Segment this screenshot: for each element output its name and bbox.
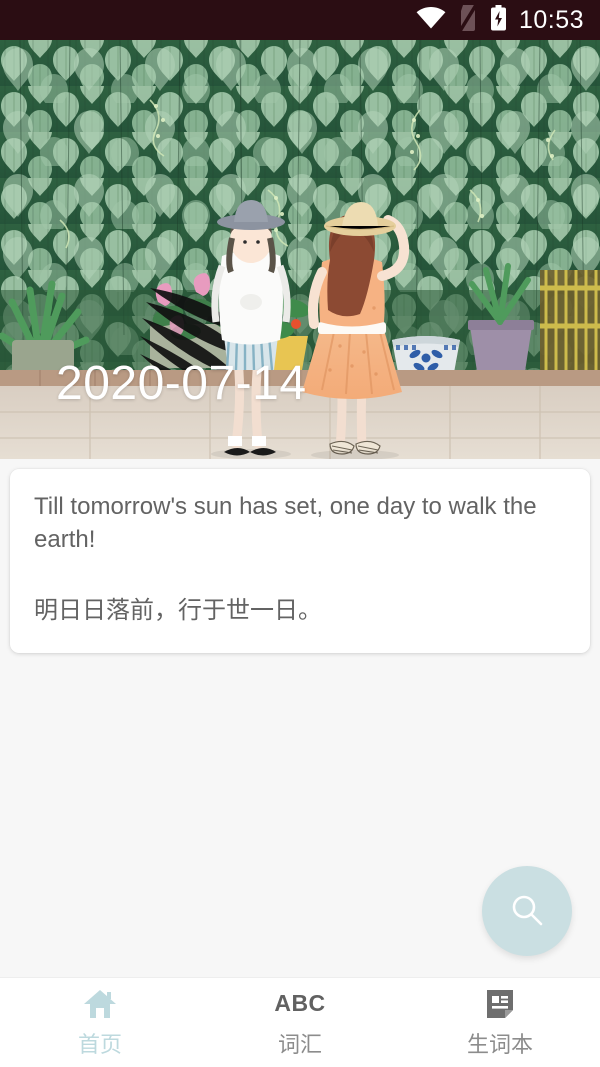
home-icon [83,987,117,1021]
battery-charging-icon [490,4,507,36]
quote-chinese-text: 明日日落前，行于世一日。 [34,596,322,625]
nav-label-home: 首页 [77,1032,122,1058]
search-fab-button[interactable] [482,866,572,956]
nav-item-wordbook[interactable]: 生词本 [400,978,600,1067]
nav-item-home[interactable]: 首页 [0,978,200,1067]
hero-illustration[interactable]: 2020-07-14 [0,40,600,459]
nav-item-vocabulary[interactable]: ABC 词汇 [200,978,400,1067]
note-book-icon [484,987,516,1021]
quote-english-text: Till tomorrow's sun has set, one day to … [34,493,537,553]
hero-date-label: 2020-07-14 [56,357,307,410]
search-icon [507,890,547,933]
status-bar-clock: 10:53 [518,5,584,34]
nav-label-vocabulary: 词汇 [277,1032,322,1058]
status-bar: 10:53 [0,0,600,40]
wifi-icon [416,6,446,34]
abc-icon: ABC [274,990,326,1016]
no-sim-icon [458,3,478,36]
app-screen: 10:53 2020-07-14 Till tomorrow's sun has… [0,0,600,1067]
nav-label-wordbook: 生词本 [466,1032,533,1058]
bottom-navigation-bar: 首页 ABC 词汇 生词本 [0,977,600,1067]
daily-quote-card[interactable]: Till tomorrow's sun has set, one day to … [10,469,590,653]
